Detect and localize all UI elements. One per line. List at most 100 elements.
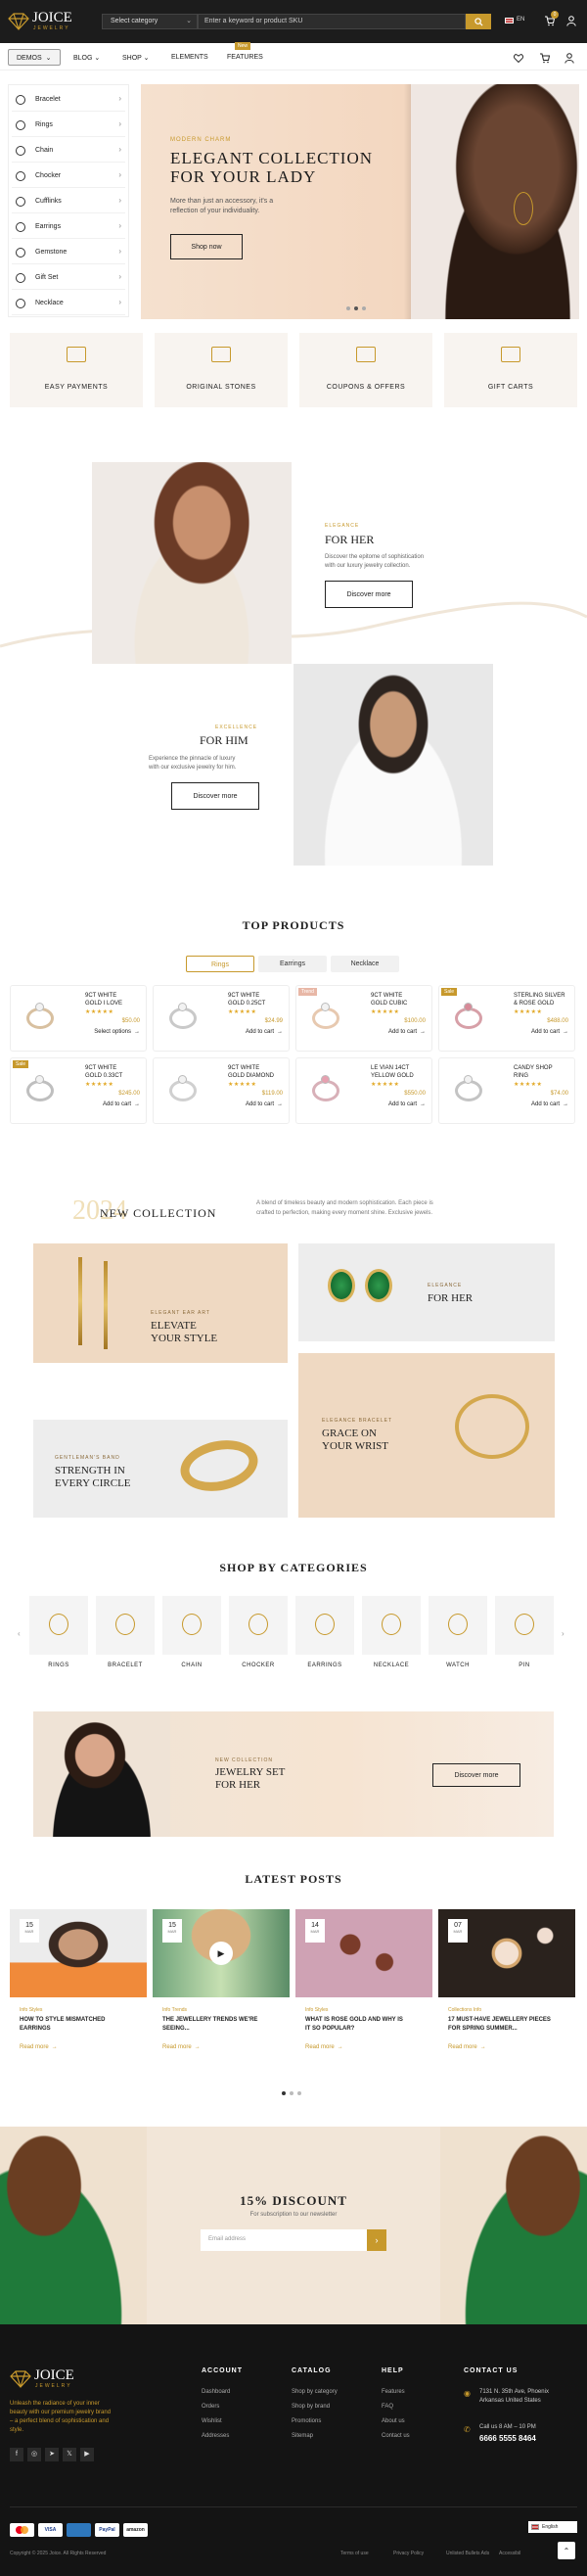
product-card[interactable]: LE VIAN 14CT YELLOW GOLD ★★★★★ $550.00 Add t…: [295, 1057, 432, 1124]
product-card[interactable]: CANDY SHOP RING ★★★★★ $74.00 Add to cart →: [438, 1057, 575, 1124]
post-title-line1[interactable]: 17 MUST-HAVE JEWELLERY PIECES: [448, 2017, 551, 2023]
category-tile[interactable]: [162, 1596, 221, 1655]
post-title-line1[interactable]: WHAT IS ROSE GOLD AND WHY IS: [305, 2017, 403, 2023]
product-title-line1[interactable]: 9CT WHITE: [228, 992, 259, 1000]
product-image[interactable]: [159, 996, 208, 1041]
add-to-cart-button[interactable]: Add to cart →: [103, 1101, 140, 1107]
product-card[interactable]: Trend 9CT WHITE GOLD CUBIC ★★★★★ $100.00 Add …: [295, 985, 432, 1052]
nav-demos[interactable]: DEMOS ⌄: [8, 49, 61, 66]
product-card[interactable]: 9CT WHITE GOLD I LOVE ★★★★★ $50.00 Select op…: [10, 985, 147, 1052]
nav-user-icon[interactable]: [564, 52, 575, 64]
product-title-line1[interactable]: STERLING SILVER: [514, 992, 565, 1000]
post-title-line2[interactable]: SEEING...: [162, 2026, 190, 2032]
post-title-line1[interactable]: THE JEWELLERY TRENDS WE'RE: [162, 2017, 257, 2023]
product-title-line2[interactable]: RING: [514, 1072, 528, 1080]
banner-bracelet[interactable]: ELEGANCE BRACELET GRACE ON YOUR WRIST: [298, 1353, 555, 1518]
category-chain[interactable]: CHAIN: [162, 1596, 221, 1672]
post-card[interactable]: 15 MAR Info Styles HOW TO STYLE MISMATCHED E…: [10, 1909, 147, 2074]
footer-link[interactable]: Addresses: [202, 2433, 229, 2439]
footer-bottom-link[interactable]: Privacy Policy: [393, 2551, 424, 2556]
post-title-line2[interactable]: EARRINGS: [20, 2026, 51, 2032]
category-bracelet[interactable]: BRACELET: [96, 1596, 155, 1672]
instagram-icon[interactable]: ◎: [27, 2448, 41, 2461]
footer-link[interactable]: Dashboard: [202, 2389, 230, 2395]
category-prev-arrow[interactable]: ‹: [18, 1629, 21, 1638]
category-tile[interactable]: [362, 1596, 421, 1655]
product-card[interactable]: Sale STERLING SILVER & ROSE GOLD ★★★★★ $488.…: [438, 985, 575, 1052]
banner-earrings[interactable]: ELEGANT EAR ART ELEVATE YOUR STYLE: [33, 1243, 288, 1363]
category-tile[interactable]: [29, 1596, 88, 1655]
footer-link[interactable]: Contact us: [382, 2433, 410, 2439]
product-title-line1[interactable]: 9CT WHITE: [371, 992, 402, 1000]
nav-cart-icon[interactable]: [538, 52, 550, 64]
him-discover-button[interactable]: Discover more: [171, 782, 259, 810]
sidebar-item-gift-set[interactable]: Gift Set ›: [12, 268, 125, 290]
product-image[interactable]: [445, 1068, 494, 1113]
category-chocker[interactable]: CHOCKER: [229, 1596, 288, 1672]
product-title-line2[interactable]: GOLD DIAMOND: [228, 1072, 274, 1080]
footer-bottom-link[interactable]: Unlisted Bullets Ads: [446, 2551, 489, 2556]
search-button[interactable]: [466, 14, 491, 29]
nav-features[interactable]: FEATURES: [227, 54, 263, 61]
product-title-line1[interactable]: LE VIAN 14CT: [371, 1064, 409, 1072]
nav-blog[interactable]: BLOG ⌄: [73, 54, 100, 62]
pagination-dot[interactable]: [282, 2091, 286, 2095]
pagination-dot[interactable]: [297, 2091, 301, 2095]
category-tile[interactable]: [229, 1596, 288, 1655]
slider-dot[interactable]: [346, 306, 350, 310]
add-to-cart-button[interactable]: Add to cart →: [246, 1101, 283, 1107]
nav-shop[interactable]: SHOP ⌄: [122, 54, 150, 62]
product-title-line2[interactable]: & ROSE GOLD: [514, 1000, 554, 1007]
sidebar-item-rings[interactable]: Rings ›: [12, 116, 125, 137]
post-card[interactable]: 14 MAR Info Styles WHAT IS ROSE GOLD AND WH…: [295, 1909, 432, 2074]
product-title-line2[interactable]: GOLD 0.33CT: [85, 1072, 122, 1080]
footer-link[interactable]: Orders: [202, 2404, 219, 2410]
product-title-line2[interactable]: GOLD CUBIC: [371, 1000, 407, 1007]
category-watch[interactable]: WATCH: [429, 1596, 487, 1672]
user-icon[interactable]: [565, 15, 577, 26]
product-title-line1[interactable]: 9CT WHITE: [85, 992, 116, 1000]
sidebar-item-cufflinks[interactable]: Cufflinks ›: [12, 192, 125, 213]
footer-link[interactable]: Promotions: [292, 2418, 321, 2424]
footer-link[interactable]: Features: [382, 2389, 405, 2395]
category-tile[interactable]: [429, 1596, 487, 1655]
banner-for-her[interactable]: ELEGANCE FOR HER: [298, 1243, 555, 1341]
wishlist-icon[interactable]: [513, 52, 524, 64]
read-more-link[interactable]: Read more →: [20, 2044, 58, 2050]
product-title-line1[interactable]: 9CT WHITE: [228, 1064, 259, 1072]
post-category[interactable]: Info Styles: [20, 2007, 42, 2013]
product-image[interactable]: [17, 996, 66, 1041]
post-card[interactable]: ▶ 15 MAR Info Trends THE JEWELLERY TRENDS WE…: [153, 1909, 290, 2074]
category-tile[interactable]: [96, 1596, 155, 1655]
category-select[interactable]: Select category ⌄: [102, 14, 198, 29]
category-pin[interactable]: PIN: [495, 1596, 554, 1672]
category-next-arrow[interactable]: ›: [562, 1629, 564, 1638]
product-image[interactable]: [445, 996, 494, 1041]
posts-pagination[interactable]: [282, 2091, 305, 2095]
hero-shop-now-button[interactable]: Shop now: [170, 234, 243, 259]
nav-elements[interactable]: ELEMENTS: [171, 54, 208, 61]
product-title-line1[interactable]: 9CT WHITE: [85, 1064, 116, 1072]
add-to-cart-button[interactable]: Add to cart →: [388, 1101, 426, 1107]
slider-dot[interactable]: [362, 306, 366, 310]
post-category[interactable]: Info Trends: [162, 2007, 187, 2013]
add-to-cart-button[interactable]: Add to cart →: [531, 1029, 568, 1035]
newsletter-submit-button[interactable]: ›: [367, 2229, 386, 2251]
footer-link[interactable]: Shop by brand: [292, 2404, 330, 2410]
footer-link[interactable]: Wishlist: [202, 2418, 222, 2424]
footer-link[interactable]: Shop by category: [292, 2389, 338, 2395]
post-title-line2[interactable]: IT SO POPULAR?: [305, 2026, 354, 2032]
add-to-cart-button[interactable]: Select options →: [94, 1029, 140, 1035]
sidebar-item-chain[interactable]: Chain ›: [12, 141, 125, 163]
sidebar-item-chocker[interactable]: Chocker ›: [12, 166, 125, 188]
category-tile[interactable]: [295, 1596, 354, 1655]
her-discover-button[interactable]: Discover more: [325, 581, 413, 608]
post-card[interactable]: 07 MAR Collections Info 17 MUST-HAVE JEWELL…: [438, 1909, 575, 2074]
tab-necklace[interactable]: Necklace: [331, 956, 399, 972]
post-title-line1[interactable]: HOW TO STYLE MISMATCHED: [20, 2017, 105, 2023]
sidebar-item-gemstone[interactable]: Gemstone ›: [12, 243, 125, 264]
footer-link[interactable]: About us: [382, 2418, 405, 2424]
x-icon[interactable]: 𝕏: [63, 2448, 76, 2461]
footer-language-select[interactable]: English: [528, 2521, 577, 2533]
sidebar-item-necklace[interactable]: Necklace ›: [12, 294, 125, 315]
